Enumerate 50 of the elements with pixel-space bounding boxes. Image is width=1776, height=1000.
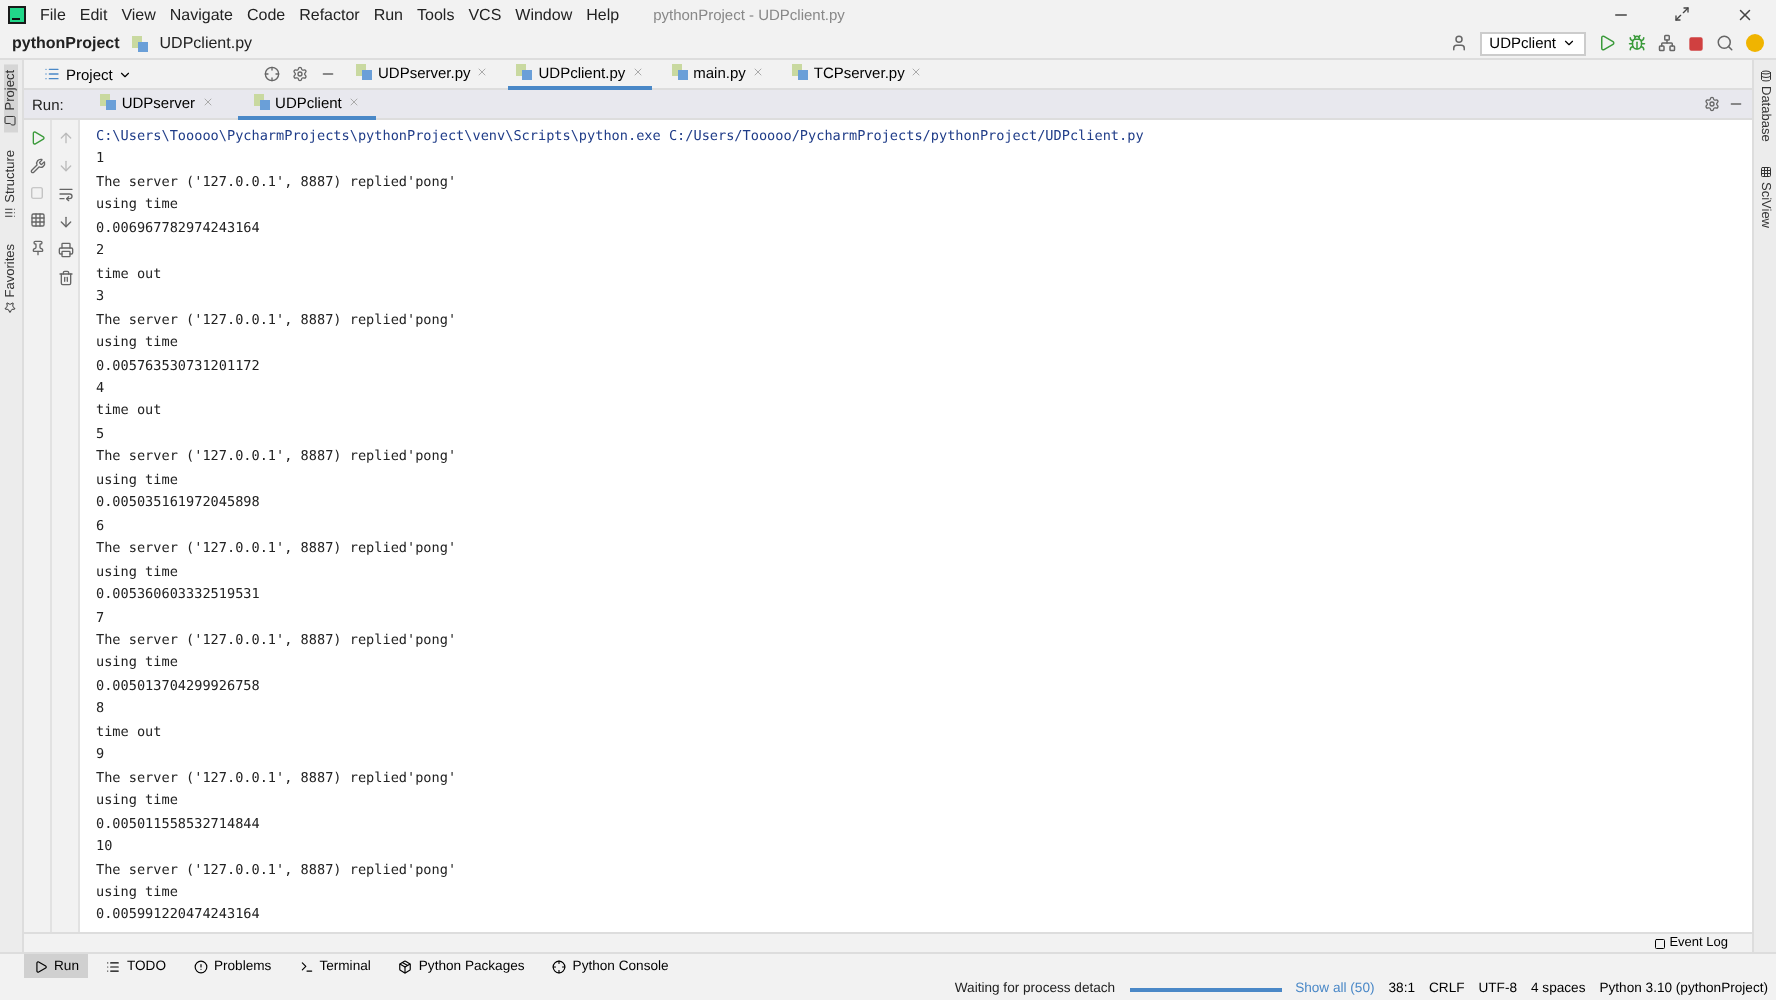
- run-icon[interactable]: [1598, 34, 1616, 52]
- python-file-icon: [671, 64, 688, 80]
- menu-item[interactable]: Code: [246, 5, 286, 23]
- stop-icon[interactable]: [1688, 35, 1704, 51]
- python-file-icon: [99, 94, 116, 110]
- project-view-icon: [44, 66, 60, 82]
- caret-icon: [118, 67, 133, 81]
- app-logo-icon: [8, 5, 26, 23]
- menu-item[interactable]: Window: [515, 5, 573, 23]
- menu-item[interactable]: Help: [586, 5, 620, 23]
- menu-item[interactable]: Refactor: [299, 5, 360, 23]
- menu-item[interactable]: Navigate: [169, 5, 233, 23]
- rerun-icon[interactable]: [29, 130, 45, 146]
- python-file-icon: [516, 64, 533, 80]
- trash-icon[interactable]: [57, 270, 73, 286]
- breadcrumb[interactable]: UDPclient.py: [159, 34, 253, 52]
- caret-icon: [1562, 36, 1576, 50]
- menu-item[interactable]: View: [121, 5, 156, 23]
- database-icon: [1759, 70, 1771, 82]
- settings-icon[interactable]: [292, 66, 308, 82]
- wrap-icon[interactable]: [57, 186, 73, 202]
- grid-icon: [1759, 165, 1771, 178]
- python-file-icon: [131, 35, 148, 51]
- menu-item[interactable]: Run: [373, 5, 404, 23]
- menu-item[interactable]: Tools: [417, 5, 455, 23]
- menu-item[interactable]: File: [40, 5, 66, 23]
- pin-icon[interactable]: [29, 240, 45, 256]
- debug-icon[interactable]: [1628, 34, 1646, 52]
- python-file-icon: [253, 94, 270, 110]
- print-icon[interactable]: [57, 242, 73, 258]
- crosshair-icon: [552, 959, 567, 973]
- menu-item[interactable]: VCS: [468, 5, 502, 23]
- play-icon: [34, 959, 48, 973]
- python-file-icon: [791, 64, 808, 80]
- scroll-end-icon[interactable]: [57, 214, 73, 230]
- structure-icon: [5, 207, 17, 220]
- layout-icon[interactable]: [29, 212, 45, 228]
- terminal-icon: [299, 959, 314, 973]
- star-icon: [5, 300, 17, 313]
- package-icon: [398, 959, 413, 973]
- settings-icon[interactable]: [1704, 96, 1720, 112]
- search-icon[interactable]: [1716, 34, 1734, 52]
- locate-icon[interactable]: [264, 66, 280, 82]
- alert-icon: [193, 959, 208, 973]
- menu-item[interactable]: Edit: [79, 5, 108, 23]
- list-icon: [106, 959, 121, 973]
- python-file-icon: [356, 64, 372, 80]
- user-icon[interactable]: [1449, 34, 1468, 52]
- breadcrumb[interactable]: pythonProject: [12, 34, 120, 52]
- wrench-icon[interactable]: [29, 158, 45, 174]
